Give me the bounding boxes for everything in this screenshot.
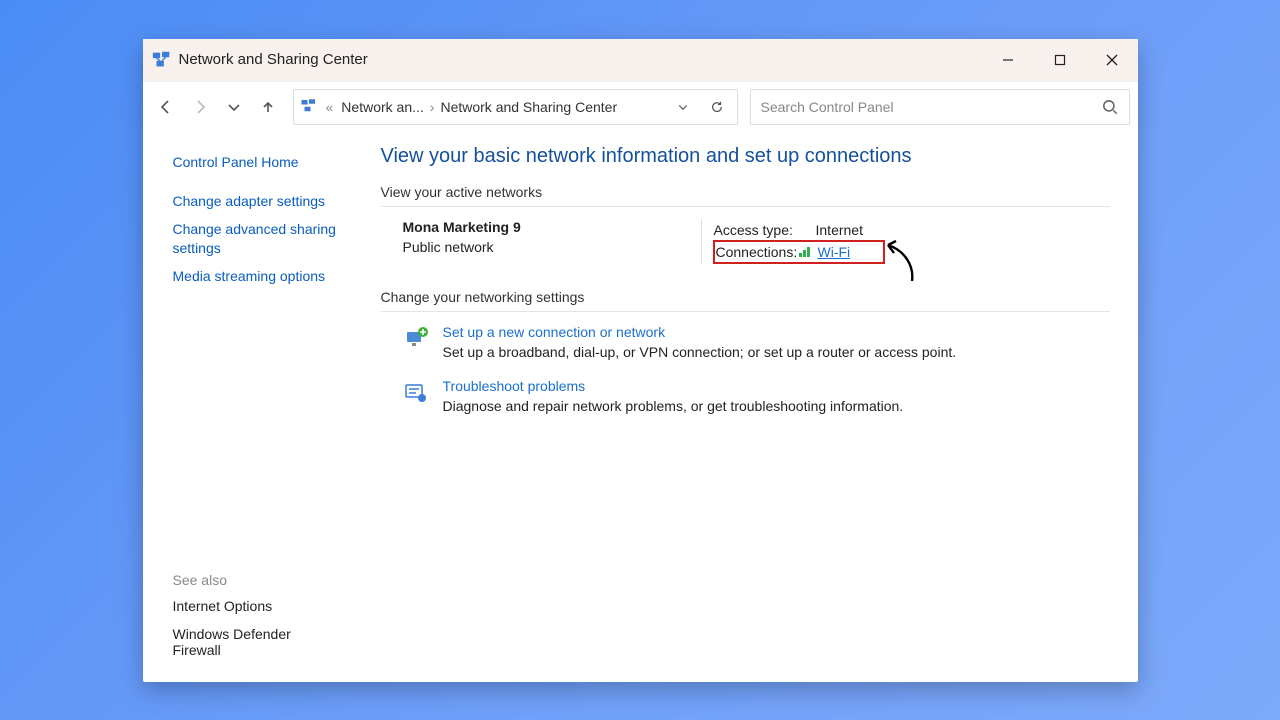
divider — [381, 311, 1110, 312]
sidebar: Control Panel Home Change adapter settin… — [143, 133, 353, 682]
search-box[interactable] — [750, 89, 1130, 125]
page-heading: View your basic network information and … — [381, 145, 1110, 168]
troubleshoot-icon — [403, 380, 429, 406]
setup-connection-icon — [403, 326, 429, 352]
see-also-internet[interactable]: Internet Options — [173, 598, 341, 614]
address-icon — [300, 97, 318, 118]
active-network-row: Mona Marketing 9 Public network Access t… — [381, 219, 1110, 263]
nav-row: « Network an... › Network and Sharing Ce… — [143, 81, 1138, 133]
change-settings-label: Change your networking settings — [381, 289, 1110, 305]
task-troubleshoot-desc: Diagnose and repair network problems, or… — [443, 398, 904, 414]
sidebar-link-adapter[interactable]: Change adapter settings — [173, 192, 341, 212]
forward-button[interactable] — [185, 92, 215, 122]
chevron-right-icon: › — [430, 99, 435, 115]
app-icon — [151, 49, 173, 71]
connections-row: Connections: Wi-Fi — [714, 241, 884, 263]
up-button[interactable] — [253, 92, 283, 122]
sidebar-home[interactable]: Control Panel Home — [173, 153, 341, 173]
back-button[interactable] — [151, 92, 181, 122]
sidebar-link-sharing[interactable]: Change advanced sharing settings — [173, 220, 341, 259]
connections-label: Connections: — [716, 244, 798, 260]
access-type-label: Access type: — [714, 222, 816, 238]
annotation-arrow-icon — [882, 237, 918, 286]
see-also-label: See also — [173, 572, 341, 588]
task-setup: Set up a new connection or network Set u… — [381, 324, 1110, 360]
task-setup-desc: Set up a broadband, dial-up, or VPN conn… — [443, 344, 957, 360]
task-setup-title[interactable]: Set up a new connection or network — [443, 324, 957, 340]
breadcrumb-1[interactable]: Network an... — [341, 99, 423, 115]
task-troubleshoot: Troubleshoot problems Diagnose and repai… — [381, 378, 1110, 414]
access-type-value: Internet — [816, 222, 863, 238]
window-title: Network and Sharing Center — [179, 51, 368, 68]
breadcrumb-sep: « — [324, 99, 336, 115]
task-troubleshoot-title[interactable]: Troubleshoot problems — [443, 378, 904, 394]
minimize-button[interactable] — [982, 39, 1034, 81]
window-controls — [982, 39, 1138, 81]
breadcrumb-2[interactable]: Network and Sharing Center — [440, 99, 617, 115]
close-button[interactable] — [1086, 39, 1138, 81]
maximize-button[interactable] — [1034, 39, 1086, 81]
network-category: Public network — [403, 239, 701, 255]
address-bar[interactable]: « Network an... › Network and Sharing Ce… — [293, 89, 738, 125]
address-dropdown[interactable] — [669, 93, 697, 121]
main-pane: View your basic network information and … — [353, 133, 1138, 682]
wifi-signal-icon — [798, 245, 814, 258]
refresh-button[interactable] — [703, 93, 731, 121]
divider — [381, 206, 1110, 207]
titlebar: Network and Sharing Center — [143, 39, 1138, 81]
recent-dropdown[interactable] — [219, 92, 249, 122]
search-icon — [1101, 98, 1119, 116]
active-networks-label: View your active networks — [381, 184, 1110, 200]
see-also-firewall[interactable]: Windows Defender Firewall — [173, 626, 341, 658]
window: Network and Sharing Center — [143, 39, 1138, 682]
body: Control Panel Home Change adapter settin… — [143, 133, 1138, 682]
sidebar-link-media[interactable]: Media streaming options — [173, 267, 341, 287]
search-input[interactable] — [761, 99, 1101, 115]
network-name: Mona Marketing 9 — [403, 219, 701, 235]
connection-link[interactable]: Wi-Fi — [818, 244, 851, 260]
